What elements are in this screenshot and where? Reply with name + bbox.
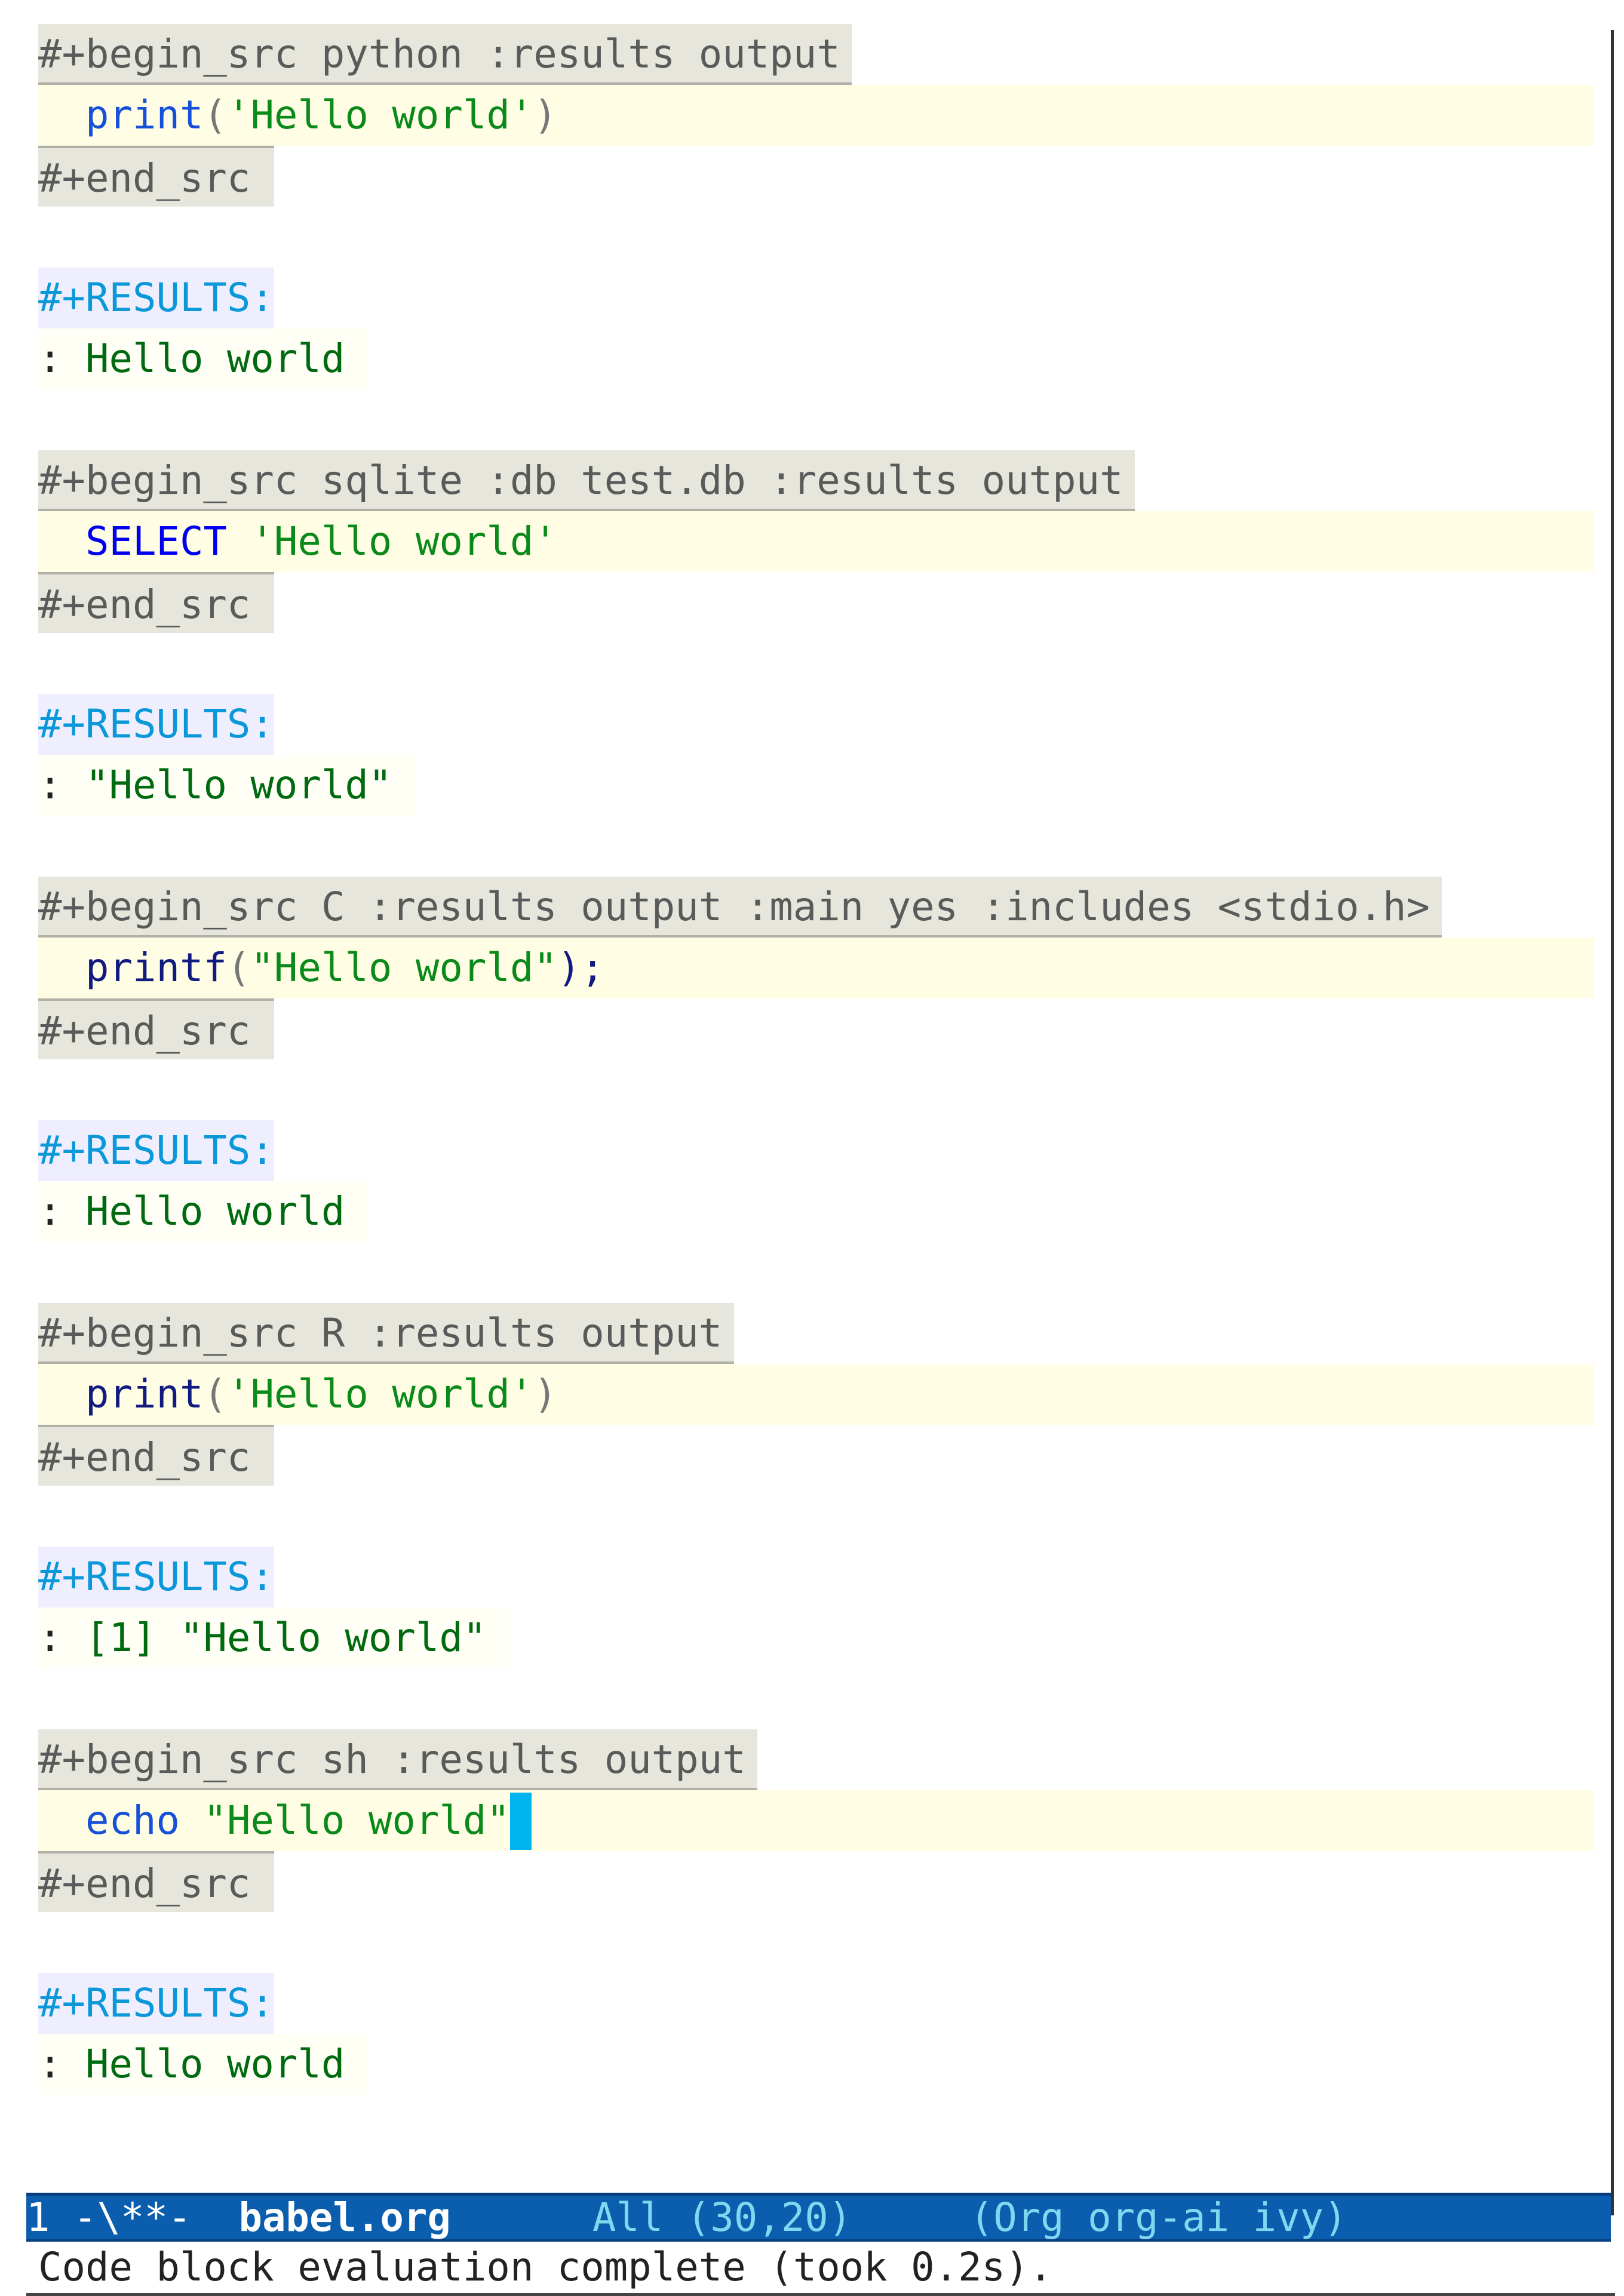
src-block-code[interactable]: echo "Hello world" bbox=[38, 1790, 1594, 1851]
result-value: : "Hello world" bbox=[38, 755, 416, 816]
blank-line[interactable] bbox=[38, 207, 1613, 268]
blank-line[interactable] bbox=[38, 1242, 1613, 1303]
code-token: "Hello world" bbox=[203, 1798, 510, 1843]
blank-line[interactable] bbox=[38, 816, 1613, 877]
code-token: "Hello world" bbox=[250, 945, 557, 991]
src-block-end: #+end_src bbox=[38, 1851, 274, 1912]
src-block-header: #+begin_src R :results output bbox=[38, 1303, 734, 1364]
results-keyword: #+RESULTS: bbox=[38, 1973, 274, 2034]
blank-line[interactable] bbox=[38, 1059, 1613, 1120]
src-block-body-line[interactable]: print('Hello world') bbox=[38, 1364, 1613, 1425]
mode-line: 1 -\**- babel.org All (30,20) (Org org-a… bbox=[26, 2193, 1611, 2242]
src-block-end: #+end_src bbox=[38, 998, 274, 1059]
text-cursor bbox=[509, 1793, 532, 1850]
result-value: : Hello world bbox=[38, 2034, 369, 2095]
results-keyword: #+RESULTS: bbox=[38, 694, 274, 755]
results-keyword: #+RESULTS: bbox=[38, 1120, 274, 1181]
buffer-name[interactable]: babel.org bbox=[238, 2195, 450, 2240]
src-block-body-line[interactable]: SELECT 'Hello world' bbox=[38, 511, 1613, 572]
results-value-line[interactable]: : "Hello world" bbox=[38, 755, 1613, 816]
major-minor-modes[interactable]: (Org org-ai ivy) bbox=[970, 2195, 1347, 2240]
code-token: echo bbox=[85, 1798, 180, 1843]
src-block-end-line[interactable]: #+end_src bbox=[38, 1425, 1613, 1486]
frame-bottom-border bbox=[26, 2293, 1615, 2296]
echo-area: Code block evaluation complete (took 0.2… bbox=[38, 2245, 1053, 2290]
results-value-line[interactable]: : Hello world bbox=[38, 328, 1613, 389]
code-token: printf bbox=[85, 945, 227, 991]
result-text: "Hello world" bbox=[85, 763, 392, 808]
src-block-header-line[interactable]: #+begin_src python :results output bbox=[38, 24, 1613, 85]
code-token: 'Hello world' bbox=[226, 93, 534, 138]
src-block-header-line[interactable]: #+begin_src sqlite :db test.db :results … bbox=[38, 450, 1613, 511]
code-token: ( bbox=[203, 1372, 227, 1417]
result-value: : Hello world bbox=[38, 1181, 369, 1242]
src-block-header-line[interactable]: #+begin_src R :results output bbox=[38, 1303, 1613, 1364]
results-keyword-line[interactable]: #+RESULTS: bbox=[38, 694, 1613, 755]
result-text: Hello world bbox=[85, 336, 345, 382]
src-block-header: #+begin_src sh :results output bbox=[38, 1729, 758, 1790]
code-token: ( bbox=[203, 93, 227, 138]
src-block-code[interactable]: SELECT 'Hello world' bbox=[38, 511, 1594, 572]
src-block-end-line[interactable]: #+end_src bbox=[38, 998, 1613, 1059]
result-prefix: : bbox=[38, 336, 85, 382]
src-block-header-line[interactable]: #+begin_src sh :results output bbox=[38, 1729, 1613, 1790]
code-token: 'Hello world' bbox=[250, 519, 557, 564]
results-value-line[interactable]: : [1] "Hello world" bbox=[38, 1607, 1613, 1668]
src-block-code[interactable]: printf("Hello world"); bbox=[38, 938, 1594, 998]
results-keyword-line[interactable]: #+RESULTS: bbox=[38, 268, 1613, 328]
cursor-position: All (30,20) bbox=[592, 2195, 852, 2240]
buffer-status: -\**- bbox=[73, 2195, 192, 2240]
blank-line[interactable] bbox=[38, 633, 1613, 694]
results-keyword: #+RESULTS: bbox=[38, 268, 274, 328]
src-block-code[interactable]: print('Hello world') bbox=[38, 1364, 1594, 1425]
results-keyword-line[interactable]: #+RESULTS: bbox=[38, 1973, 1613, 2034]
src-block-end-line[interactable]: #+end_src bbox=[38, 572, 1613, 633]
blank-line[interactable] bbox=[38, 1486, 1613, 1547]
result-prefix: : bbox=[38, 1615, 85, 1661]
src-block-end: #+end_src bbox=[38, 1425, 274, 1486]
src-block-header: #+begin_src C :results output :main yes … bbox=[38, 877, 1442, 938]
results-value-line[interactable]: : Hello world bbox=[38, 2034, 1613, 2095]
blank-line[interactable] bbox=[38, 389, 1613, 450]
src-block-code[interactable]: print('Hello world') bbox=[38, 85, 1594, 146]
src-block-body-line[interactable]: printf("Hello world"); bbox=[38, 938, 1613, 998]
code-token: ( bbox=[226, 945, 251, 991]
blank-line[interactable] bbox=[38, 1668, 1613, 1729]
result-prefix: : bbox=[38, 1189, 85, 1234]
src-block-body-line[interactable]: echo "Hello world" bbox=[38, 1790, 1613, 1851]
result-prefix: : bbox=[38, 763, 85, 808]
result-text: Hello world bbox=[85, 2042, 345, 2087]
code-token: 'Hello world' bbox=[226, 1372, 534, 1417]
code-token: print bbox=[85, 93, 204, 138]
result-value: : [1] "Hello world" bbox=[38, 1607, 510, 1668]
results-keyword-line[interactable]: #+RESULTS: bbox=[38, 1120, 1613, 1181]
result-prefix: : bbox=[38, 2042, 85, 2087]
org-buffer[interactable]: #+begin_src python :results output print… bbox=[38, 24, 1613, 2095]
code-token: ) bbox=[533, 93, 557, 138]
code-token: ); bbox=[557, 945, 604, 991]
window-divider bbox=[1611, 30, 1614, 2215]
src-block-header: #+begin_src sqlite :db test.db :results … bbox=[38, 450, 1135, 511]
result-value: : Hello world bbox=[38, 328, 369, 389]
src-block-header: #+begin_src python :results output bbox=[38, 24, 852, 85]
results-keyword-line[interactable]: #+RESULTS: bbox=[38, 1547, 1613, 1607]
src-block-header-line[interactable]: #+begin_src C :results output :main yes … bbox=[38, 877, 1613, 938]
results-value-line[interactable]: : Hello world bbox=[38, 1181, 1613, 1242]
result-text: Hello world bbox=[85, 1189, 345, 1234]
code-token: SELECT bbox=[85, 519, 227, 564]
window-number: 1 bbox=[26, 2195, 50, 2240]
code-token: ) bbox=[533, 1372, 557, 1417]
blank-line[interactable] bbox=[38, 1912, 1613, 1973]
src-block-body-line[interactable]: print('Hello world') bbox=[38, 85, 1613, 146]
src-block-end: #+end_src bbox=[38, 146, 274, 207]
code-token: print bbox=[85, 1372, 204, 1417]
src-block-end: #+end_src bbox=[38, 572, 274, 633]
results-keyword: #+RESULTS: bbox=[38, 1547, 274, 1607]
result-text: [1] "Hello world" bbox=[85, 1615, 487, 1661]
src-block-end-line[interactable]: #+end_src bbox=[38, 146, 1613, 207]
src-block-end-line[interactable]: #+end_src bbox=[38, 1851, 1613, 1912]
